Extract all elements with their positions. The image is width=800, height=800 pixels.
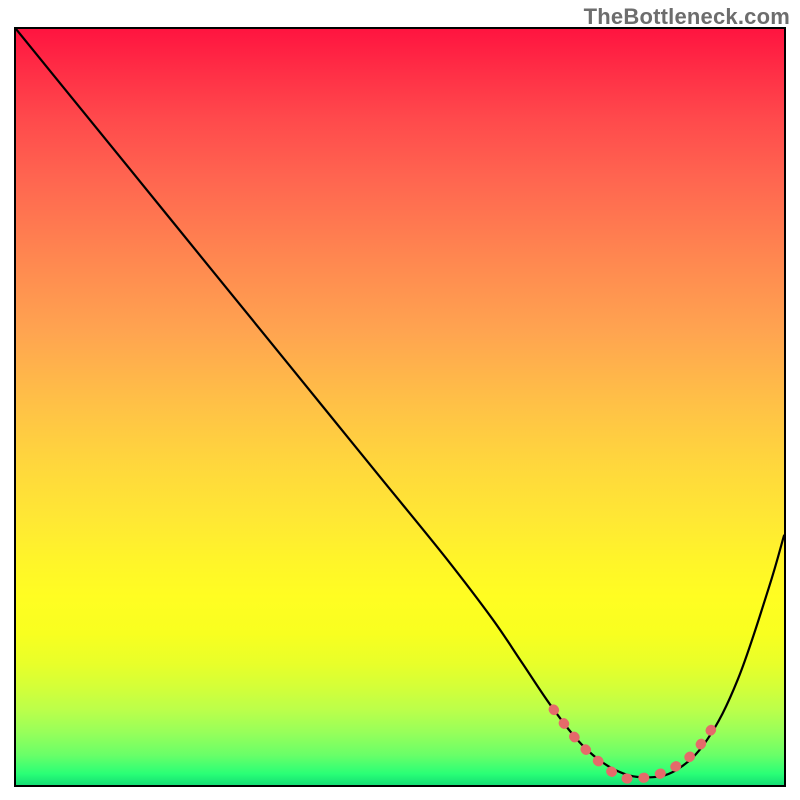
watermark-text: TheBottleneck.com [584, 4, 790, 30]
plot-frame [14, 27, 786, 787]
plot-area [16, 29, 784, 785]
optimal-range-path [554, 709, 715, 779]
chart-svg [16, 29, 784, 785]
chart-container: TheBottleneck.com [0, 0, 800, 800]
bottleneck-curve-path [16, 29, 784, 777]
